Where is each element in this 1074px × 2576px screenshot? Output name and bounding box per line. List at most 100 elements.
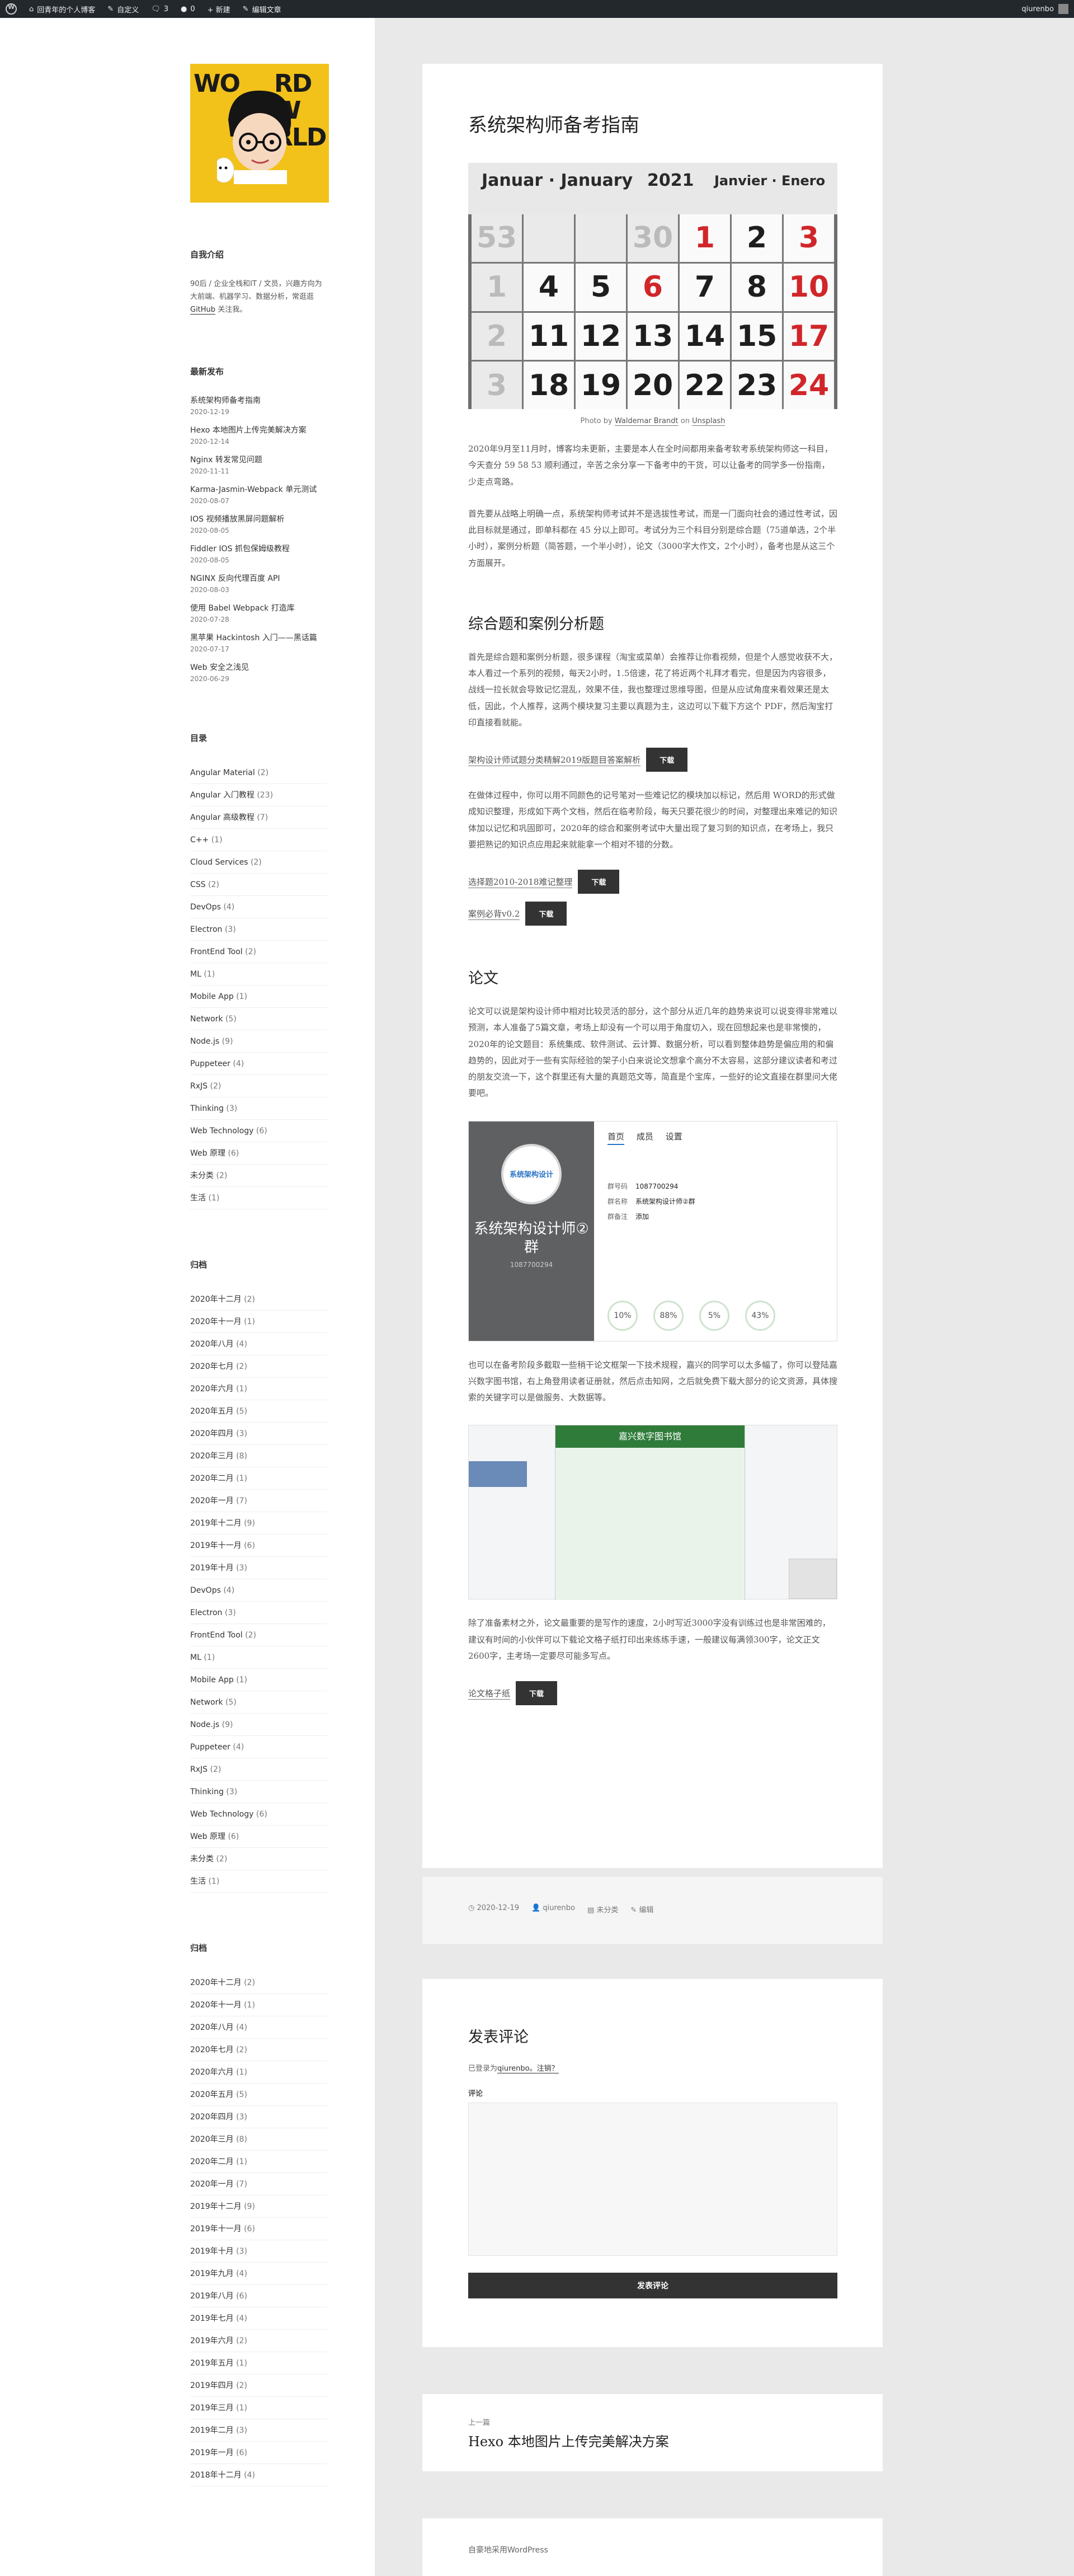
list-item-link[interactable]: 生活 (190, 1194, 206, 1203)
list-item-link[interactable]: Angular 高级教程 (190, 813, 255, 822)
list-item[interactable]: 2019年十月 (3) (190, 2240, 327, 2263)
list-item-link[interactable]: RxJS (190, 1765, 208, 1774)
list-item-link[interactable]: Angular Material (190, 768, 255, 777)
list-item-link[interactable]: Electron (190, 1608, 222, 1617)
list-item[interactable]: 2019年一月 (6) (190, 2442, 327, 2465)
logout-link[interactable]: 。注销？ (529, 2064, 559, 2073)
list-item[interactable]: 2019年六月 (2) (190, 2330, 327, 2353)
download-button[interactable]: 下载 (578, 870, 620, 894)
list-item-link[interactable]: C++ (190, 836, 209, 844)
list-item[interactable]: Node.js (9) (190, 1030, 327, 1053)
tab-members[interactable]: 成员 (637, 1132, 653, 1142)
list-item[interactable]: Mobile App (1) (190, 1669, 327, 1692)
list-item[interactable]: 2020年二月 (1) (190, 1467, 327, 1490)
recent-post-title[interactable]: NGINX 反向代理百度 API (190, 573, 327, 585)
list-item-link[interactable]: 2020年六月 (190, 1385, 234, 1393)
admin-account[interactable]: qiurenbo (1021, 4, 1068, 14)
list-item[interactable]: 2019年五月 (1) (190, 2352, 327, 2375)
unsplash-link[interactable]: Unsplash (692, 417, 726, 426)
list-item[interactable]: 2020年十二月 (2) (190, 1972, 327, 1995)
list-item[interactable]: 2020年六月 (1) (190, 1378, 327, 1401)
list-item-link[interactable]: Mobile App (190, 992, 234, 1001)
list-item-link[interactable]: 2019年九月 (190, 2269, 234, 2278)
list-item-link[interactable]: 生活 (190, 1877, 206, 1886)
list-item[interactable]: 2019年二月 (3) (190, 2419, 327, 2442)
list-item[interactable]: Node.js (9) (190, 1714, 327, 1737)
list-item-link[interactable]: Web Technology (190, 1127, 253, 1135)
wordpress-logo-icon[interactable] (6, 3, 17, 15)
admin-site-name[interactable]: ⌂ 回青年的个人博客 (29, 4, 95, 15)
list-item[interactable]: 2020年十一月 (1) (190, 1311, 327, 1334)
download-link-guide[interactable]: 架构设计师试题分类精解2019版题目答案解析 (468, 754, 641, 766)
list-item-link[interactable]: ML (190, 1653, 201, 1662)
recent-post-title[interactable]: Web 安全之浅见 (190, 662, 327, 674)
comment-textarea[interactable] (468, 2103, 837, 2256)
list-item[interactable]: Network (5) (190, 1008, 327, 1031)
recent-post-title[interactable]: Hexo 本地图片上传完美解决方案 (190, 425, 327, 437)
list-item-link[interactable]: DevOps (190, 903, 221, 912)
post-author[interactable]: 👤 qiurenbo (531, 1904, 575, 1917)
list-item[interactable]: Mobile App (1) (190, 986, 327, 1008)
list-item-link[interactable]: 2019年十二月 (190, 1519, 242, 1528)
list-item-link[interactable]: 2020年八月 (190, 1340, 234, 1349)
admin-new[interactable]: + 新建 (208, 4, 230, 15)
list-item-link[interactable]: Web 原理 (190, 1832, 225, 1841)
list-item-link[interactable]: 2020年二月 (190, 2157, 234, 2166)
list-item-link[interactable]: Cloud Services (190, 858, 248, 867)
list-item-link[interactable]: Network (190, 1698, 223, 1707)
list-item-link[interactable]: 未分类 (190, 1855, 214, 1864)
list-item-link[interactable]: RxJS (190, 1082, 208, 1091)
list-item[interactable]: 2020年十二月 (2) (190, 1288, 327, 1311)
list-item[interactable]: Thinking (3) (190, 1781, 327, 1804)
list-item[interactable]: RxJS (2) (190, 1758, 327, 1781)
list-item[interactable]: 2020年六月 (1) (190, 2061, 327, 2084)
list-item-link[interactable]: 2020年一月 (190, 2180, 234, 2189)
list-item[interactable]: Electron (3) (190, 918, 327, 941)
list-item-link[interactable]: Node.js (190, 1037, 219, 1046)
download-button[interactable]: 下载 (516, 1681, 558, 1705)
tab-home[interactable]: 首页 (607, 1131, 625, 1145)
list-item-link[interactable]: 2020年十二月 (190, 1978, 242, 1987)
list-item[interactable]: 2020年一月 (7) (190, 2173, 327, 2196)
list-item-link[interactable]: 2019年十一月 (190, 1541, 242, 1550)
list-item[interactable]: 2020年二月 (1) (190, 2151, 327, 2174)
recent-post-item[interactable]: IOS 视频播放黑屏问题解析 2020-08-05 (190, 514, 327, 534)
list-item-link[interactable]: 2019年二月 (190, 2426, 234, 2435)
tab-settings[interactable]: 设置 (666, 1132, 682, 1142)
recent-post-item[interactable]: Nginx 转发常见问题 2020-11-11 (190, 454, 327, 475)
list-item[interactable]: 2020年七月 (2) (190, 2039, 327, 2062)
list-item-link[interactable]: 2020年三月 (190, 2135, 234, 2144)
list-item-link[interactable]: 2020年十一月 (190, 1317, 242, 1326)
list-item[interactable]: 2020年十一月 (1) (190, 1994, 327, 2017)
list-item-link[interactable]: 2019年十月 (190, 1564, 234, 1573)
download-link-choice[interactable]: 选择题2010-2018难记整理 (468, 876, 573, 888)
list-item-link[interactable]: 2020年五月 (190, 1407, 234, 1416)
list-item[interactable]: 2019年十二月 (9) (190, 2195, 327, 2218)
download-button[interactable]: 下载 (646, 748, 688, 772)
list-item-link[interactable]: 2020年一月 (190, 1496, 234, 1505)
list-item-link[interactable]: 2020年六月 (190, 2068, 234, 2077)
post-navigation[interactable]: 上一篇 Hexo 本地图片上传完美解决方案 (422, 2394, 883, 2471)
list-item-link[interactable]: CSS (190, 880, 206, 889)
list-item-link[interactable]: Node.js (190, 1720, 219, 1729)
recent-post-item[interactable]: NGINX 反向代理百度 API 2020-08-03 (190, 573, 327, 594)
recent-post-item[interactable]: Karma-Jasmin-Webpack 单元测试 2020-08-07 (190, 484, 327, 505)
list-item-link[interactable]: ML (190, 970, 201, 979)
list-item-link[interactable]: DevOps (190, 1586, 221, 1595)
post-date[interactable]: ◷ 2020-12-19 (468, 1904, 519, 1917)
list-item[interactable]: 2020年三月 (8) (190, 1445, 327, 1468)
recent-post-item[interactable]: Fiddler IOS 抓包保姆级教程 2020-08-05 (190, 543, 327, 564)
list-item-link[interactable]: Web 原理 (190, 1149, 225, 1158)
list-item[interactable]: Angular Material (2) (190, 762, 327, 785)
list-item[interactable]: Network (5) (190, 1691, 327, 1714)
list-item[interactable]: 2019年八月 (6) (190, 2285, 327, 2308)
download-button[interactable]: 下载 (525, 902, 567, 926)
previous-post[interactable]: 上一篇 Hexo 本地图片上传完美解决方案 (468, 2417, 669, 2450)
list-item-link[interactable]: Mobile App (190, 1676, 234, 1685)
list-item-link[interactable]: 2019年十一月 (190, 2225, 242, 2234)
list-item-link[interactable]: 2019年三月 (190, 2404, 234, 2413)
list-item[interactable]: Web 原理 (6) (190, 1142, 327, 1165)
list-item[interactable]: 2020年八月 (4) (190, 2016, 327, 2039)
list-item[interactable]: Thinking (3) (190, 1097, 327, 1120)
list-item-link[interactable]: 2020年五月 (190, 2090, 234, 2099)
